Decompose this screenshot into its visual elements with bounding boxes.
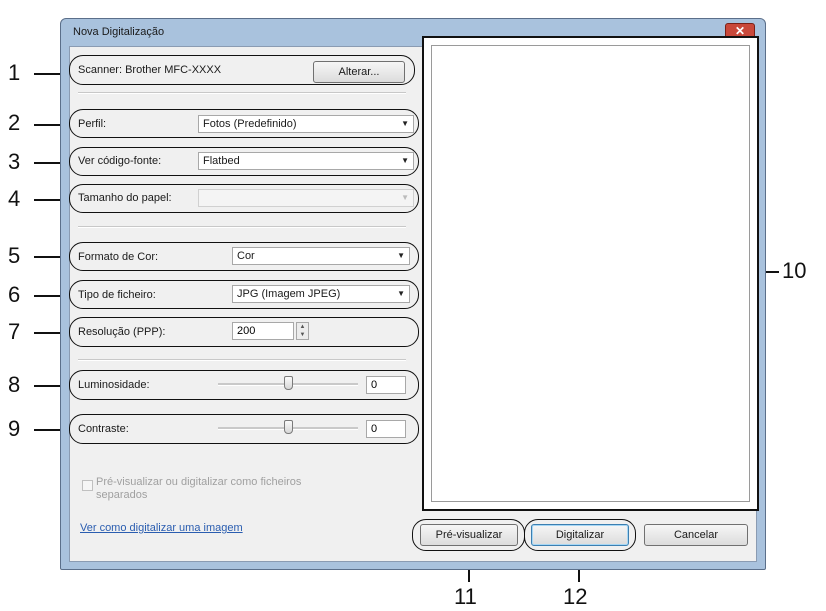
callout-outline-8 [69,370,419,400]
callout-number-5: 5 [8,243,21,268]
callout-outline-3 [69,147,419,176]
separator-3 [78,359,406,361]
callout-number-3: 3 [8,149,21,174]
callout-outline-1 [69,55,415,85]
callout-number-8: 8 [8,372,21,397]
preview-pane-callout [422,36,759,511]
callout-outline-7 [69,317,419,347]
callout-number-4: 4 [8,186,21,211]
preview-area [431,45,750,502]
separator-1 [78,92,406,94]
callout-outline-6 [69,280,419,309]
callout-number-11: 11 [454,584,477,609]
callout-number-9: 9 [8,416,21,441]
callout-outline-11 [412,519,525,551]
callout-number-2: 2 [8,110,21,135]
separator-2 [78,226,406,228]
callout-outline-4 [69,184,419,213]
separate-files-label-line1: Pré-visualizar ou digitalizar como fiche… [96,476,302,488]
callout-number-10: 10 [782,258,807,283]
cancel-button[interactable]: Cancelar [644,524,748,546]
callout-number-6: 6 [8,282,21,307]
callout-outline-9 [69,414,419,444]
callout-outline-5 [69,242,419,271]
how-to-scan-link[interactable]: Ver como digitalizar uma imagem [80,522,243,534]
window-title: Nova Digitalização [73,26,165,38]
separate-files-label-line2: separados [96,489,148,501]
callout-outline-2 [69,109,419,138]
callout-outline-12 [524,519,636,551]
callout-number-7: 7 [8,319,21,344]
callout-number-12: 12 [563,584,588,609]
separate-files-checkbox[interactable] [82,480,93,491]
callout-number-1: 1 [8,60,21,85]
